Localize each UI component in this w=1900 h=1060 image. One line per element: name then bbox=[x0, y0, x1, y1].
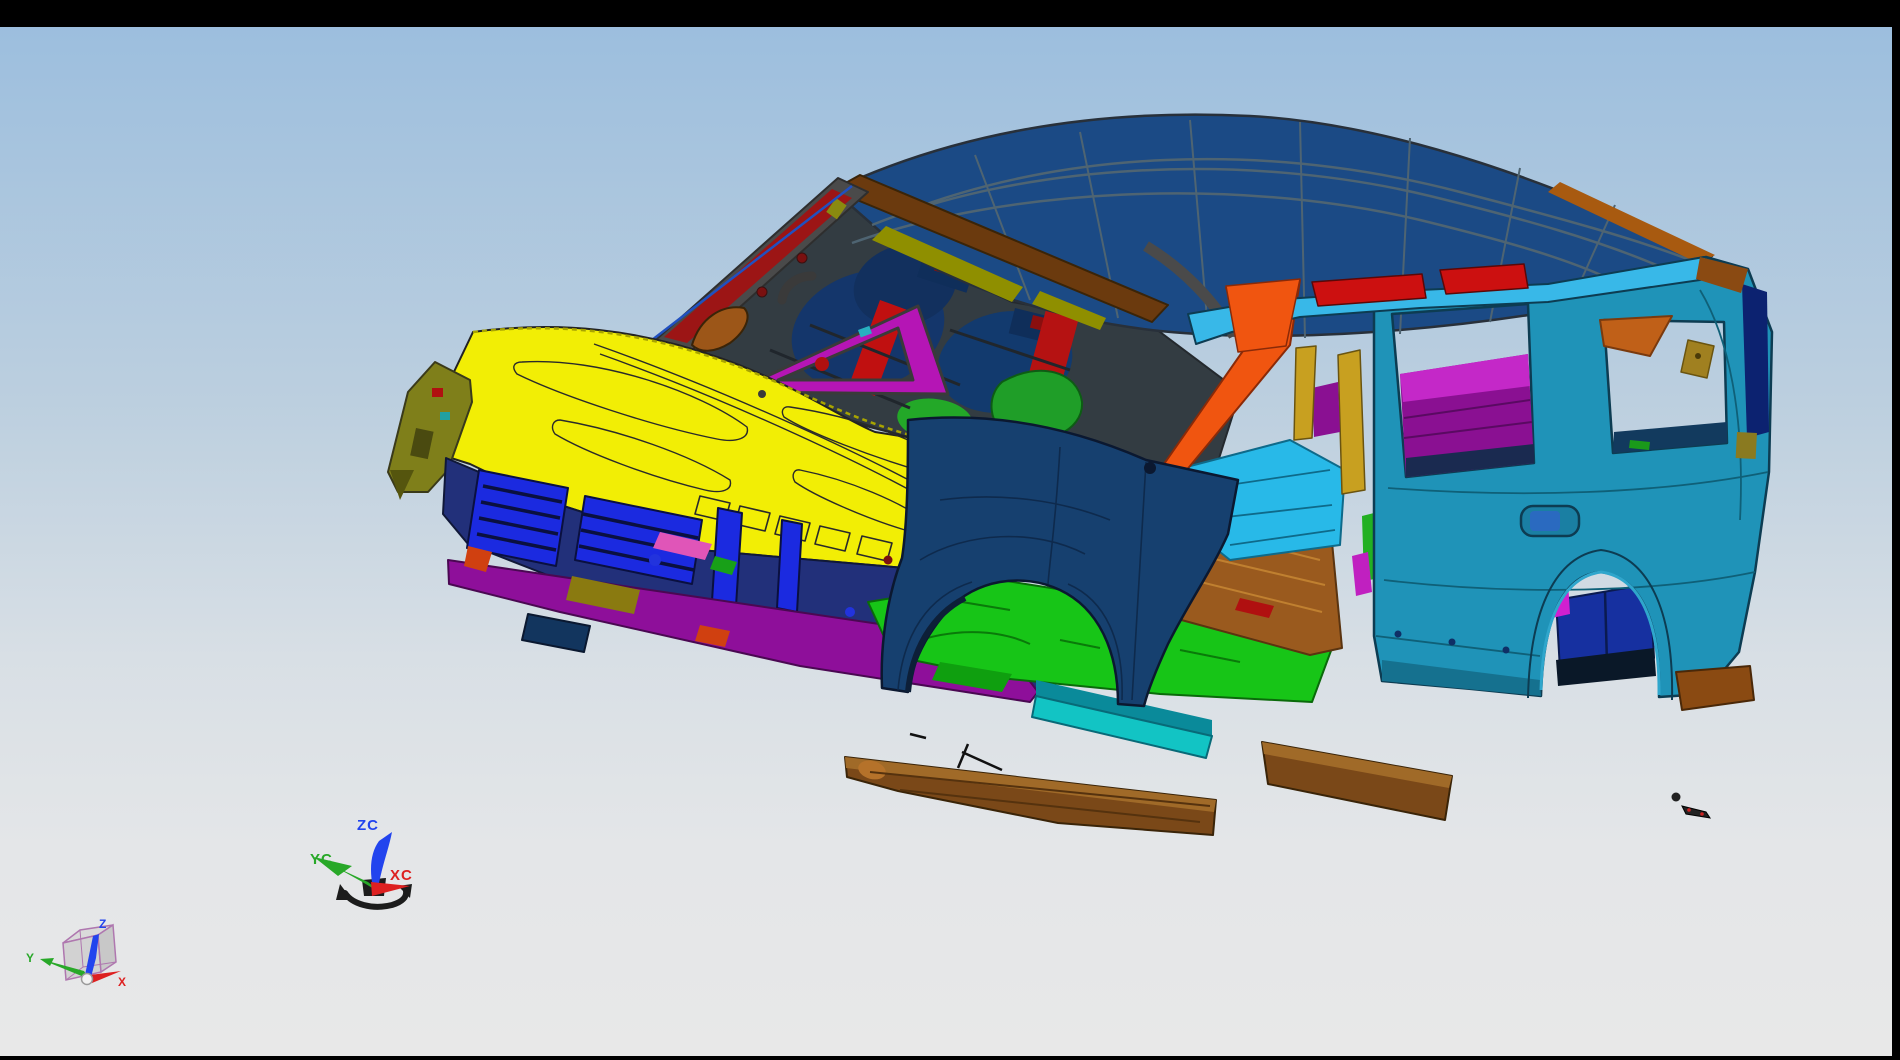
pillar-screw bbox=[757, 287, 767, 297]
hood-latch-dot bbox=[884, 556, 893, 565]
tail-bracket[interactable] bbox=[1736, 432, 1757, 459]
wcs-x-label: XC bbox=[390, 867, 413, 884]
loose-part-red-dot bbox=[1687, 808, 1691, 812]
cowl-grommet bbox=[815, 357, 829, 371]
sill-plug-dot bbox=[1449, 639, 1456, 646]
abs-origin-sphere[interactable] bbox=[82, 974, 93, 985]
sill-plug-dot bbox=[1395, 631, 1402, 638]
right-frame-bar bbox=[1892, 0, 1900, 1060]
abs-y-label: Y bbox=[26, 951, 34, 965]
cad-viewport-canvas[interactable]: ZC YC XC Z Y X bbox=[0, 0, 1900, 1060]
fender-edge-teal-fleck bbox=[440, 412, 450, 420]
abs-z-label: Z bbox=[99, 917, 106, 931]
top-frame-bar bbox=[0, 0, 1900, 27]
abs-x-label: X bbox=[118, 975, 126, 989]
door-strip-purple[interactable] bbox=[1312, 382, 1340, 437]
wcs-y-label: YC bbox=[310, 851, 333, 868]
loose-part-dot[interactable] bbox=[1672, 793, 1681, 802]
plate-hole bbox=[1695, 353, 1701, 359]
gold-pillar-strip[interactable] bbox=[1294, 346, 1316, 440]
door-strip-gold[interactable] bbox=[1338, 350, 1365, 494]
cad-viewport[interactable]: ZC YC XC Z Y X bbox=[0, 0, 1900, 1060]
loose-part-red-dot bbox=[1700, 812, 1704, 816]
pillar-screw bbox=[797, 253, 807, 263]
hood-latch-dot bbox=[758, 390, 766, 398]
blue-fitting bbox=[845, 607, 855, 617]
sill-plug-dot bbox=[1503, 647, 1510, 654]
fender-edge-red-fleck bbox=[432, 388, 443, 397]
bottom-frame-bar bbox=[0, 1056, 1900, 1060]
wcs-z-label: ZC bbox=[357, 817, 379, 834]
door-handle-insert bbox=[1530, 511, 1560, 531]
blue-fitting bbox=[649, 554, 661, 566]
fender-hole bbox=[1144, 462, 1156, 474]
